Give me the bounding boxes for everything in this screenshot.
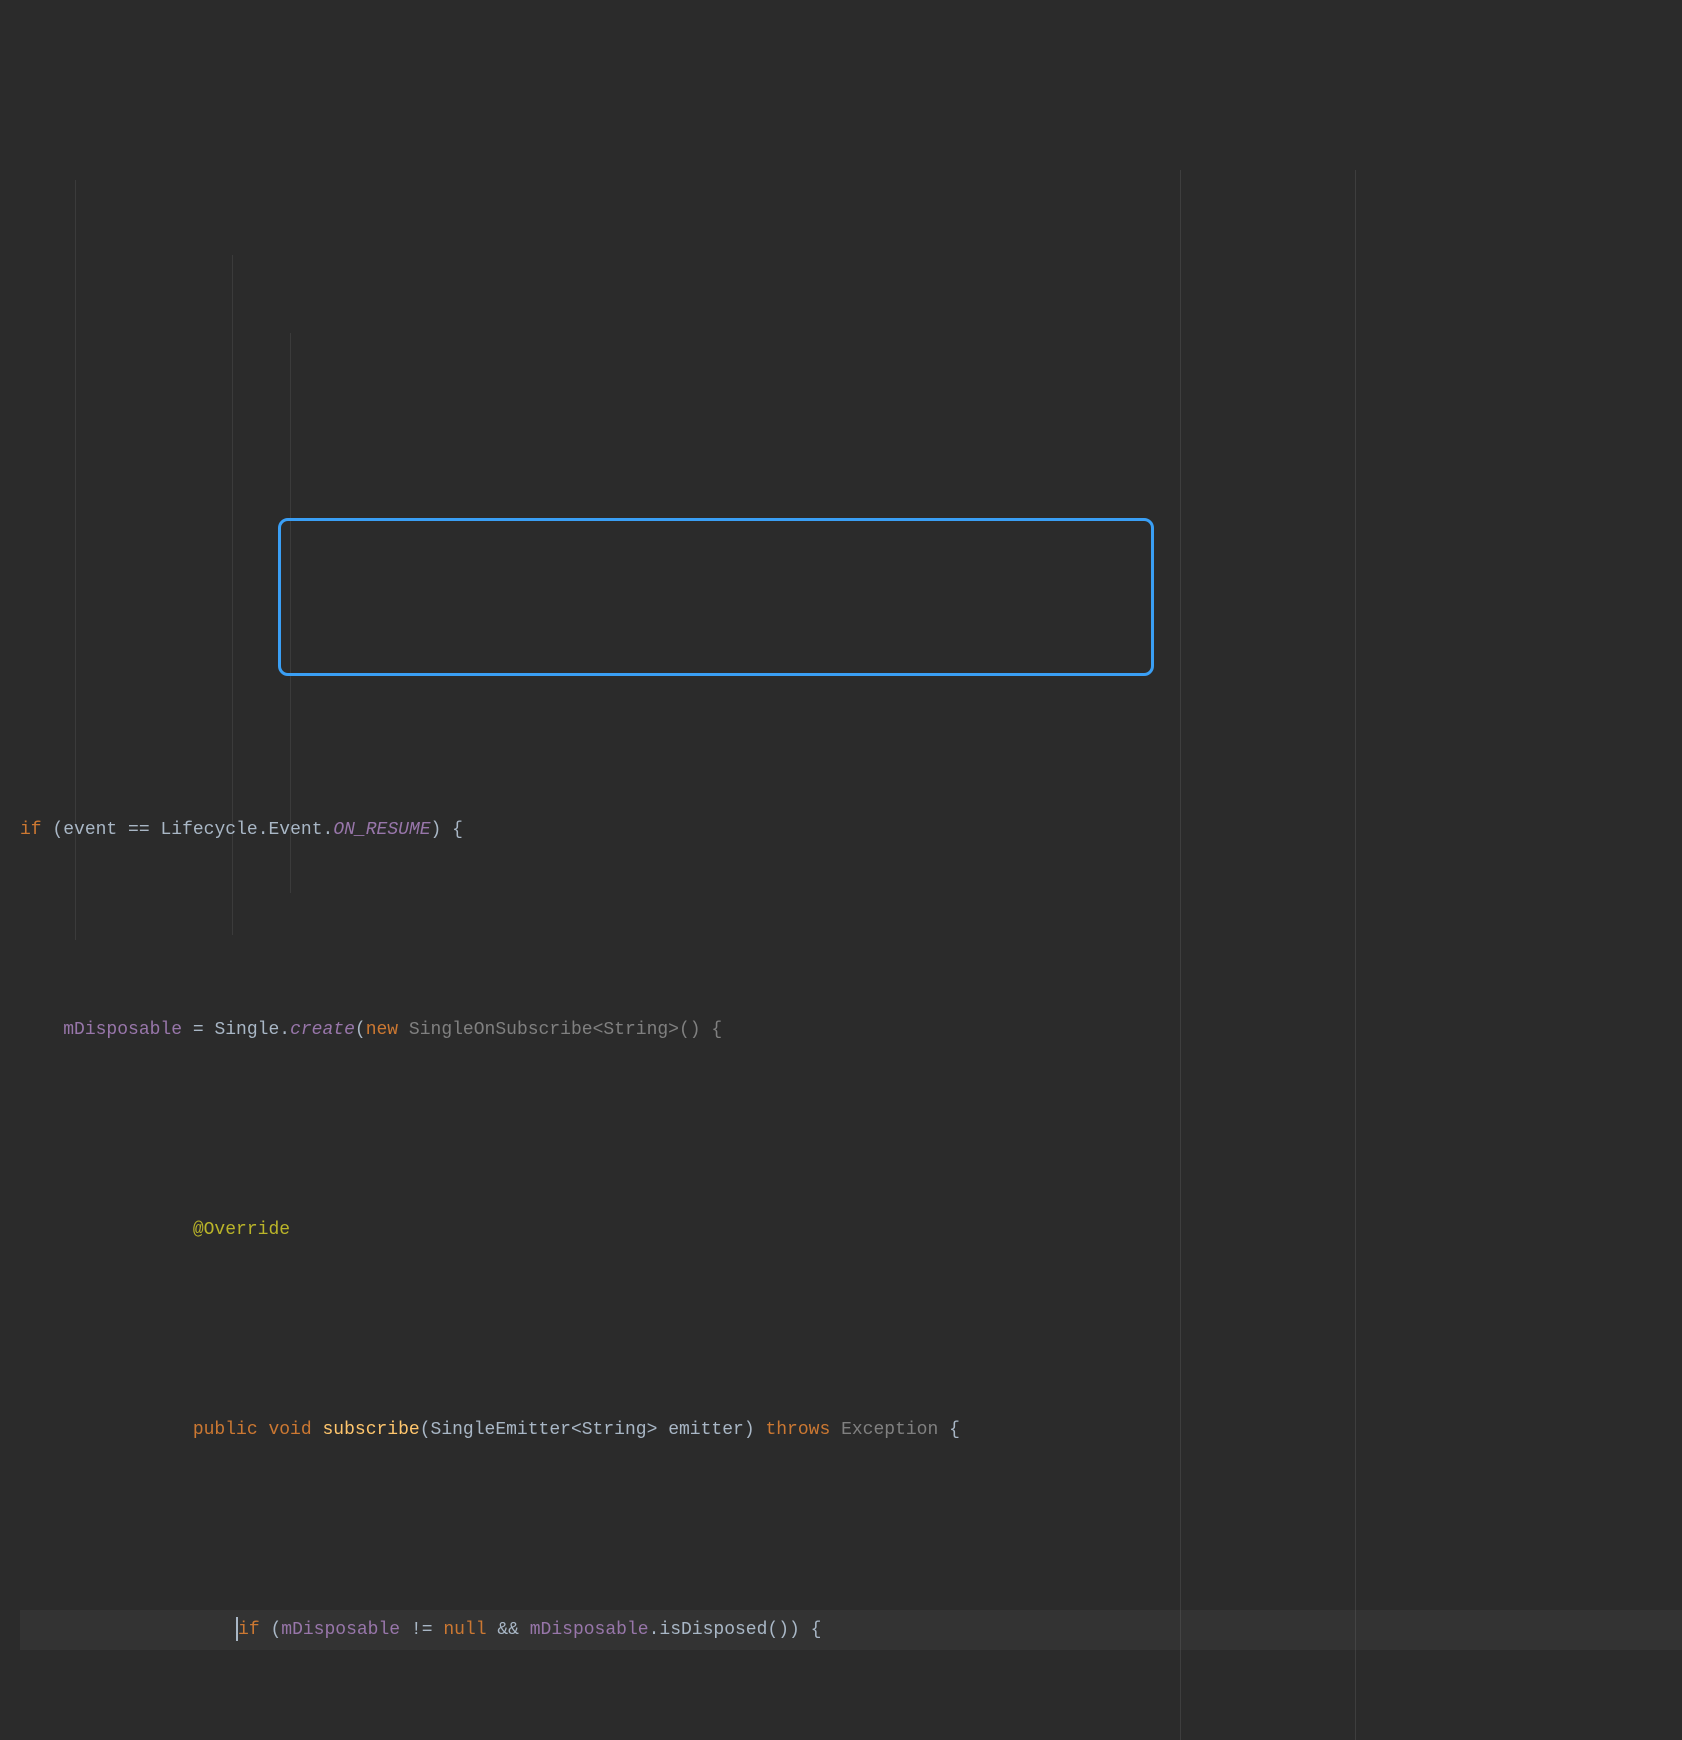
punct: () bbox=[679, 1020, 701, 1040]
indent bbox=[20, 1420, 193, 1440]
type: Single bbox=[214, 1020, 279, 1040]
code-line-current[interactable]: if (mDisposable != null && mDisposable.i… bbox=[20, 1610, 1682, 1650]
punct: ) bbox=[744, 1420, 755, 1440]
punct: ( bbox=[260, 1620, 282, 1640]
indent bbox=[20, 1620, 236, 1640]
space bbox=[830, 1420, 841, 1440]
space bbox=[398, 1020, 409, 1040]
code-editor[interactable]: if (event == Lifecycle.Event.ON_RESUME) … bbox=[0, 170, 1682, 1740]
keyword-void: void bbox=[268, 1420, 311, 1440]
keyword-if: if bbox=[20, 820, 42, 840]
keyword-throws: throws bbox=[765, 1420, 830, 1440]
operator: && bbox=[487, 1620, 530, 1640]
punct: () bbox=[767, 1620, 789, 1640]
indent-guide bbox=[290, 333, 291, 893]
punct: . bbox=[279, 1020, 290, 1040]
code-line[interactable]: public void subscribe(SingleEmitter<Stri… bbox=[20, 1410, 1682, 1450]
indent bbox=[20, 1020, 63, 1040]
ruler bbox=[1180, 170, 1181, 1740]
static-method: create bbox=[290, 1020, 355, 1040]
generic: <String> bbox=[571, 1420, 657, 1440]
annotation: @Override bbox=[193, 1220, 290, 1240]
enum-constant: ON_RESUME bbox=[333, 820, 430, 840]
punct: . bbox=[258, 820, 269, 840]
code-line[interactable]: @Override bbox=[20, 1210, 1682, 1250]
text bbox=[150, 820, 161, 840]
space bbox=[657, 1420, 668, 1440]
anon-type: SingleOnSubscribe bbox=[409, 1020, 593, 1040]
identifier: event bbox=[63, 820, 117, 840]
field: mDisposable bbox=[281, 1620, 400, 1640]
text bbox=[117, 820, 128, 840]
punct: ) { bbox=[431, 820, 463, 840]
operator: = bbox=[182, 1020, 214, 1040]
operator: != bbox=[400, 1620, 443, 1640]
punct: { bbox=[701, 1020, 723, 1040]
text: ( bbox=[42, 820, 64, 840]
ruler bbox=[1355, 170, 1356, 1740]
exception-type: Exception bbox=[841, 1420, 938, 1440]
code-line[interactable]: mDisposable = Single.create(new SingleOn… bbox=[20, 1010, 1682, 1050]
space bbox=[755, 1420, 766, 1440]
param: emitter bbox=[668, 1420, 744, 1440]
punct: ( bbox=[420, 1420, 431, 1440]
selection-box bbox=[278, 518, 1154, 676]
method-name: subscribe bbox=[322, 1420, 419, 1440]
punct: . bbox=[323, 820, 334, 840]
field: mDisposable bbox=[530, 1620, 649, 1640]
type: Lifecycle bbox=[160, 820, 257, 840]
method-call: isDisposed bbox=[659, 1620, 767, 1640]
indent bbox=[20, 1220, 193, 1240]
punct: . bbox=[649, 1620, 660, 1640]
type: Event bbox=[269, 820, 323, 840]
keyword-public: public bbox=[193, 1420, 258, 1440]
keyword-new: new bbox=[366, 1020, 398, 1040]
space bbox=[312, 1420, 323, 1440]
punct: ) { bbox=[789, 1620, 821, 1640]
punct: { bbox=[938, 1420, 960, 1440]
keyword-null: null bbox=[443, 1620, 486, 1640]
field: mDisposable bbox=[63, 1020, 182, 1040]
type: SingleEmitter bbox=[431, 1420, 571, 1440]
punct: ( bbox=[355, 1020, 366, 1040]
space bbox=[258, 1420, 269, 1440]
generic: <String> bbox=[593, 1020, 679, 1040]
operator: == bbox=[128, 820, 150, 840]
keyword-if: if bbox=[238, 1620, 260, 1640]
code-line[interactable]: if (event == Lifecycle.Event.ON_RESUME) … bbox=[20, 810, 1682, 850]
